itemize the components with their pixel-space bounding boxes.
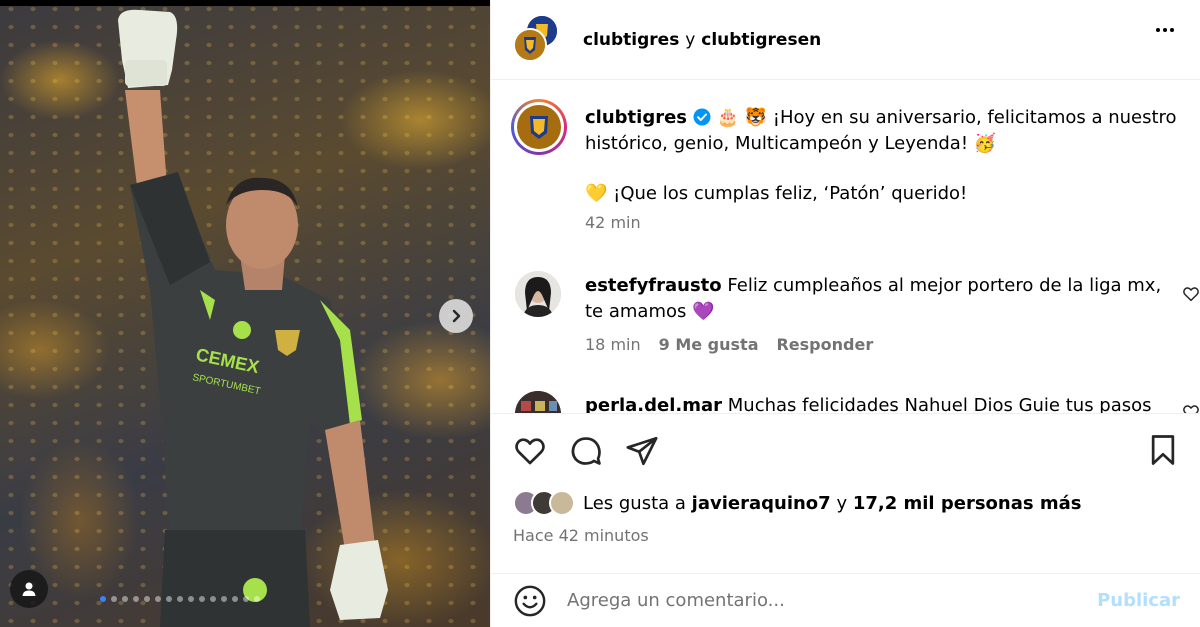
- tagged-users-button[interactable]: [10, 570, 48, 608]
- verified-badge-icon: [693, 108, 711, 126]
- avatar: [513, 27, 547, 62]
- caption: clubtigres 🎂 🐯 ¡Hoy en su aniversario, f…: [511, 99, 1177, 232]
- publish-button[interactable]: Publicar: [1097, 590, 1180, 611]
- comment-username[interactable]: perla.del.mar: [585, 395, 722, 413]
- likes-user[interactable]: javieraquino7: [692, 493, 831, 514]
- comment-likes[interactable]: 9 Me gusta: [659, 335, 759, 354]
- post-timestamp[interactable]: Hace 42 minutos: [513, 526, 649, 545]
- carousel-dot: [122, 596, 128, 602]
- comment-time[interactable]: 18 min: [585, 335, 641, 354]
- likes-others[interactable]: 17,2 mil personas más: [853, 493, 1082, 514]
- emoji-icon[interactable]: [513, 584, 547, 618]
- comment: estefyfrausto Feliz cumpleaños al mejor …: [511, 271, 1200, 354]
- account-link[interactable]: clubtigres: [583, 30, 679, 50]
- caption-time[interactable]: 42 min: [585, 213, 641, 232]
- carousel-dot: [111, 596, 117, 602]
- caption-line: 💛 ¡Que los cumplas feliz, ‘Patón’ querid…: [585, 183, 968, 204]
- save-bookmark-icon[interactable]: [1148, 434, 1178, 466]
- avatar[interactable]: [511, 99, 567, 155]
- like-heart-icon[interactable]: [513, 434, 547, 468]
- carousel-dot: [199, 596, 205, 602]
- carousel-dot: [254, 596, 260, 602]
- add-comment-bar: Publicar: [491, 573, 1200, 627]
- caption-line: 🎂 🐯 ¡Hoy en su aniversario, felicitamos …: [716, 107, 1177, 128]
- more-options-button[interactable]: [1156, 28, 1174, 32]
- comment-input[interactable]: [567, 590, 1067, 611]
- carousel-indicator: [100, 596, 260, 602]
- comment-username[interactable]: estefyfrausto: [585, 275, 722, 296]
- carousel-dot: [243, 596, 249, 602]
- user-icon: [22, 582, 36, 596]
- caption-text: clubtigres 🎂 🐯 ¡Hoy en su aniversario, f…: [585, 105, 1177, 131]
- next-slide-button[interactable]: [439, 299, 473, 333]
- carousel-dot: [144, 596, 150, 602]
- carousel-dot: [166, 596, 172, 602]
- comment-text: te amamos 💜: [585, 301, 715, 322]
- comment: perla.del.mar Muchas felicidades Nahuel …: [511, 391, 1200, 413]
- avatar[interactable]: [515, 271, 561, 317]
- chevron-right-icon: [452, 309, 461, 323]
- comment-bubble-icon[interactable]: [569, 434, 603, 468]
- post-media[interactable]: CEMEX SPORTUMBET: [0, 0, 490, 627]
- post-side-panel: clubtigres y clubtigresen clubtigres 🎂 🐯…: [490, 0, 1200, 627]
- caption-username[interactable]: clubtigres: [585, 107, 687, 128]
- carousel-dot: [133, 596, 139, 602]
- carousel-dot: [100, 596, 106, 602]
- comment-text: Muchas felicidades Nahuel Dios Guie tus …: [727, 395, 1152, 413]
- like-comment-heart-icon[interactable]: [1182, 403, 1200, 413]
- likes-summary: Les gusta a javieraquino7 y 17,2 mil per…: [513, 490, 1081, 516]
- share-send-icon[interactable]: [625, 434, 659, 468]
- comment-text: Feliz cumpleaños al mejor portero de la …: [727, 275, 1162, 296]
- goalkeeper-photo: CEMEX SPORTUMBET: [118, 9, 388, 627]
- carousel-dot: [188, 596, 194, 602]
- comments-section: clubtigres 🎂 🐯 ¡Hoy en su aniversario, f…: [491, 81, 1200, 413]
- likes-connector: y: [836, 492, 848, 514]
- like-comment-heart-icon[interactable]: [1182, 285, 1200, 303]
- carousel-dot: [210, 596, 216, 602]
- reply-button[interactable]: Responder: [776, 335, 873, 354]
- post-actions: Les gusta a javieraquino7 y 17,2 mil per…: [491, 413, 1200, 573]
- likes-prefix: Les gusta a: [583, 492, 686, 514]
- avatar[interactable]: [515, 391, 561, 413]
- carousel-dot: [177, 596, 183, 602]
- account-link[interactable]: clubtigresen: [701, 30, 821, 50]
- collab-avatars[interactable]: [513, 13, 559, 62]
- post-header: clubtigres y clubtigresen: [491, 0, 1200, 80]
- caption-line: histórico, genio, Multicampeón y Leyenda…: [585, 133, 997, 154]
- carousel-dot: [232, 596, 238, 602]
- carousel-dot: [221, 596, 227, 602]
- header-title: clubtigres y clubtigresen: [583, 30, 821, 50]
- avatar[interactable]: [549, 490, 575, 516]
- carousel-dot: [155, 596, 161, 602]
- header-connector: y: [685, 29, 696, 50]
